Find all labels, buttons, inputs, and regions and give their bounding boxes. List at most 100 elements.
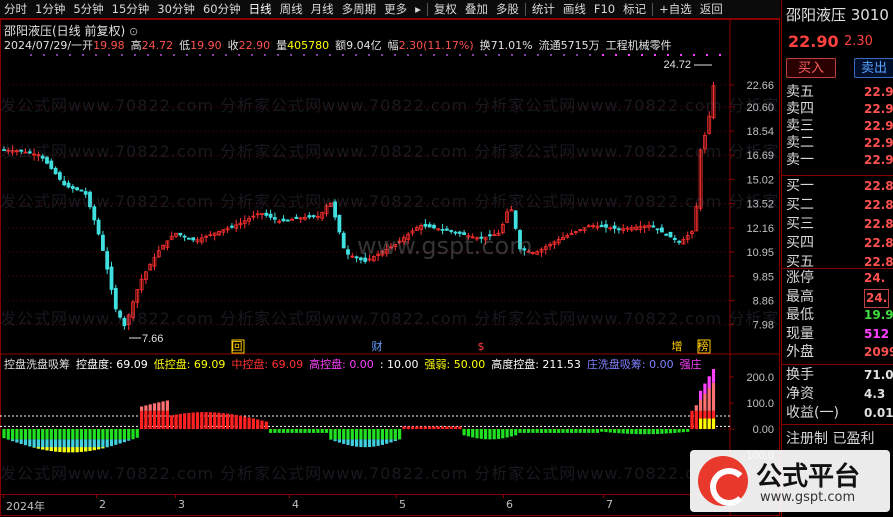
toolbar-item[interactable]: 1分钟 — [31, 0, 69, 18]
x-axis-label: 6 — [506, 498, 513, 511]
toolbar-item[interactable]: 统计 — [528, 0, 559, 18]
indicator-bar — [402, 426, 406, 429]
x-axis-line — [0, 494, 780, 495]
indicator-bar — [582, 429, 587, 433]
ask-row[interactable]: 卖二 22.9 — [786, 135, 893, 151]
ask-row[interactable]: 卖一 22.9 — [786, 152, 893, 168]
indicator-bar — [613, 429, 617, 433]
toolbar-item[interactable]: 分时 — [0, 0, 31, 18]
price-axis-label: 22.66 — [746, 80, 774, 92]
toolbar-item[interactable]: F10 — [590, 0, 619, 18]
toolbar-item[interactable]: 更多 — [380, 0, 411, 18]
signal-dot — [69, 54, 71, 56]
signal-dot — [498, 54, 500, 56]
indicator-bar — [350, 439, 354, 446]
indicator-bar — [462, 429, 466, 436]
label-float: 流通 — [538, 39, 561, 52]
toolbar-item[interactable]: 15分钟 — [108, 0, 154, 18]
toolbar-item[interactable]: 30分钟 — [153, 0, 199, 18]
indicator-axis-label: 200.0 — [746, 372, 774, 384]
indicator-bar — [118, 439, 122, 444]
kline-chart[interactable]: 22.66 20.60 18.54 16.69 15.02 13.52 12.16 10.95… — [0, 19, 780, 517]
indicator-bar — [165, 400, 169, 411]
indicator-bar — [127, 429, 131, 440]
ask-row[interactable]: 卖四 22.9 — [786, 101, 893, 117]
toolbar-item[interactable]: 日线 — [245, 0, 276, 18]
stat-row: 最高 24. — [786, 288, 893, 308]
toolbar-item[interactable]: 周线 — [276, 0, 307, 18]
indicator-bar — [711, 382, 716, 411]
quote-industry: 工程机械零件 — [605, 39, 672, 52]
ask-row[interactable]: 卖三 22.9 — [786, 118, 893, 134]
stat-value: 71.01 — [864, 368, 893, 382]
indicator-value-number: 10.00 — [387, 358, 419, 371]
indicator-bar — [329, 429, 333, 440]
bid-row[interactable]: 买四 22.8 — [786, 235, 893, 251]
event-marker: 财 — [372, 339, 383, 353]
toolbar-item[interactable]: 返回 — [696, 0, 727, 18]
toolbar-item[interactable]: 月线 — [307, 0, 338, 18]
bid-row[interactable]: 买三 22.8 — [786, 216, 893, 232]
ask-row[interactable]: 卖五 22.9 — [786, 84, 893, 100]
sell-button[interactable]: 卖出 — [854, 58, 893, 78]
bid-row[interactable]: 买二 22.8 — [786, 197, 893, 213]
toolbar-item[interactable]: 60分钟 — [199, 0, 245, 18]
candle-body — [453, 231, 458, 234]
signal-dot — [628, 54, 630, 56]
indicator-bar — [75, 447, 79, 453]
indicator-name[interactable]: 控盘洗盘吸筹 — [4, 358, 70, 371]
indicator-bar — [320, 429, 324, 433]
indicator-value-label: 强庄 — [679, 358, 702, 371]
toolbar-item[interactable]: 多股 — [492, 0, 523, 18]
candle-body — [178, 232, 183, 236]
event-marker: $ — [478, 340, 485, 353]
candle-body — [518, 230, 522, 250]
indicator-bar — [617, 429, 621, 434]
stock-title[interactable]: 邵阳液压(日线 前复权) — [4, 24, 125, 38]
candle-body — [70, 186, 75, 189]
indicator-bar — [157, 410, 161, 429]
stat-row: 外盘 20997 — [786, 344, 893, 361]
indicator-bar — [651, 429, 655, 435]
indicator-value-label: 强弱 — [424, 358, 447, 371]
indicator-bar — [527, 429, 531, 433]
toolbar-item[interactable]: 5分钟 — [69, 0, 107, 18]
indicator-bar — [54, 447, 58, 452]
indicator-bar — [277, 429, 281, 433]
indicator-bar — [630, 429, 634, 434]
indicator-bar — [41, 447, 45, 450]
toolbar-item[interactable]: 画线 — [559, 0, 590, 18]
stat-value: 512 — [864, 326, 890, 341]
toolbar-item[interactable]: 复权 — [430, 0, 461, 18]
candle-body — [88, 191, 92, 208]
indicator-bar — [109, 429, 114, 440]
book-price: 22.9 — [864, 119, 893, 133]
indicator-bar — [711, 418, 716, 429]
indicator-bar — [694, 410, 698, 429]
buy-button[interactable]: 买入 — [786, 58, 836, 78]
indicator-bar — [243, 416, 247, 429]
x-axis-label: 2 — [99, 498, 106, 511]
indicator-bar — [565, 429, 569, 433]
panel-price: 22.90 — [788, 32, 839, 51]
indicator-bar — [109, 439, 114, 447]
quote-amount: 9.04亿 — [346, 39, 382, 52]
candle-body — [655, 228, 660, 231]
indicator-bar — [161, 410, 165, 429]
candle-body — [664, 233, 669, 236]
signal-dot — [706, 54, 708, 56]
signal-dot — [303, 54, 305, 56]
more-chevron-icon[interactable]: ▸ — [411, 0, 425, 18]
bid-row[interactable]: 买一 22.8 — [786, 178, 893, 194]
indicator-bar — [686, 429, 690, 432]
candle-body — [58, 172, 62, 180]
candle-body — [191, 237, 196, 241]
book-label: 卖三 — [786, 118, 814, 134]
toolbar-item[interactable]: 标记 — [619, 0, 650, 18]
indicator-bar — [140, 410, 144, 429]
indicator-bar — [673, 429, 677, 433]
toolbar-item[interactable]: 叠加 — [461, 0, 492, 18]
toolbar-item[interactable]: 多周期 — [338, 0, 381, 18]
toolbar-item[interactable]: +自选 — [655, 0, 696, 18]
candle-body — [109, 266, 114, 290]
